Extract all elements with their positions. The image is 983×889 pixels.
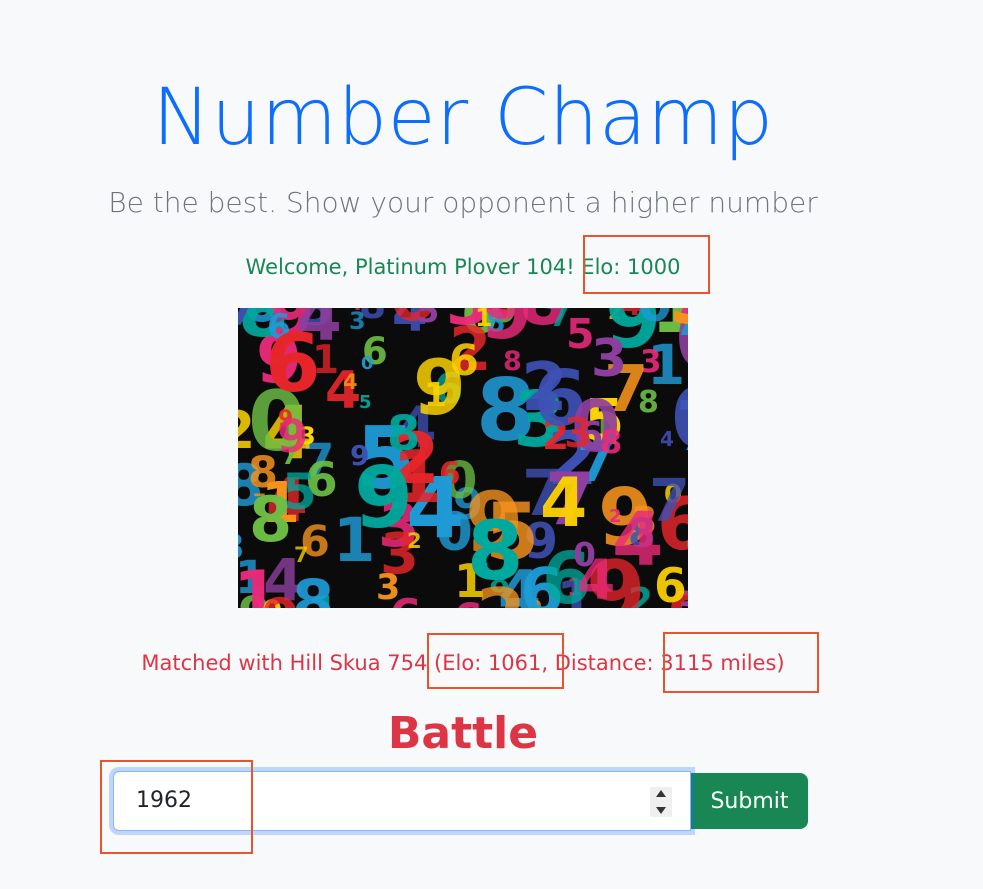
svg-text:8: 8 (249, 483, 292, 556)
battle-heading: Battle (387, 708, 539, 759)
svg-text:2: 2 (521, 348, 568, 426)
svg-text:4: 4 (612, 497, 664, 583)
svg-text:4: 4 (686, 520, 688, 560)
submit-button[interactable]: Submit (691, 773, 808, 829)
page-subtitle: Be the best. Show your opponent a higher… (108, 186, 818, 219)
svg-text:8: 8 (638, 385, 659, 420)
number-input[interactable]: 1962 (113, 771, 691, 831)
increment-icon[interactable] (656, 790, 666, 797)
svg-text:9: 9 (666, 308, 688, 343)
match-info: Matched with Hill Skua 754 (Elo: 1061, D… (141, 651, 785, 675)
svg-text:1: 1 (475, 308, 492, 332)
svg-text:6: 6 (265, 317, 321, 410)
svg-text:9: 9 (354, 449, 413, 548)
battle-form: 1962 Submit (113, 771, 808, 831)
svg-text:0: 0 (671, 370, 688, 467)
svg-text:3: 3 (591, 329, 627, 389)
svg-text:7: 7 (294, 543, 309, 567)
svg-text:4: 4 (343, 370, 358, 394)
hero-image: 1978634199634177400632843953943832619486… (238, 308, 688, 608)
number-stepper[interactable] (650, 787, 672, 817)
svg-text:4: 4 (621, 308, 642, 323)
svg-text:9: 9 (277, 410, 308, 463)
decrement-icon[interactable] (656, 807, 666, 814)
svg-text:8: 8 (467, 505, 523, 599)
svg-text:3: 3 (349, 308, 366, 335)
svg-text:8: 8 (292, 567, 334, 608)
svg-text:7: 7 (549, 308, 571, 334)
page-title: Number Champ (152, 73, 774, 163)
svg-text:8: 8 (600, 423, 622, 461)
svg-text:8: 8 (238, 527, 244, 566)
svg-text:3: 3 (376, 568, 400, 608)
number-input-value: 1962 (136, 788, 192, 813)
svg-text:9: 9 (413, 343, 466, 432)
svg-text:0: 0 (573, 535, 596, 574)
svg-text:4: 4 (540, 464, 587, 543)
svg-text:5: 5 (417, 308, 439, 330)
number-collage-icon: 1978634199634177400632843953943832619486… (238, 308, 688, 608)
svg-text:7: 7 (238, 308, 257, 336)
welcome-message: Welcome, Platinum Plover 104! Elo: 1000 (245, 255, 681, 279)
svg-text:0: 0 (361, 353, 374, 374)
svg-text:3: 3 (564, 409, 593, 457)
